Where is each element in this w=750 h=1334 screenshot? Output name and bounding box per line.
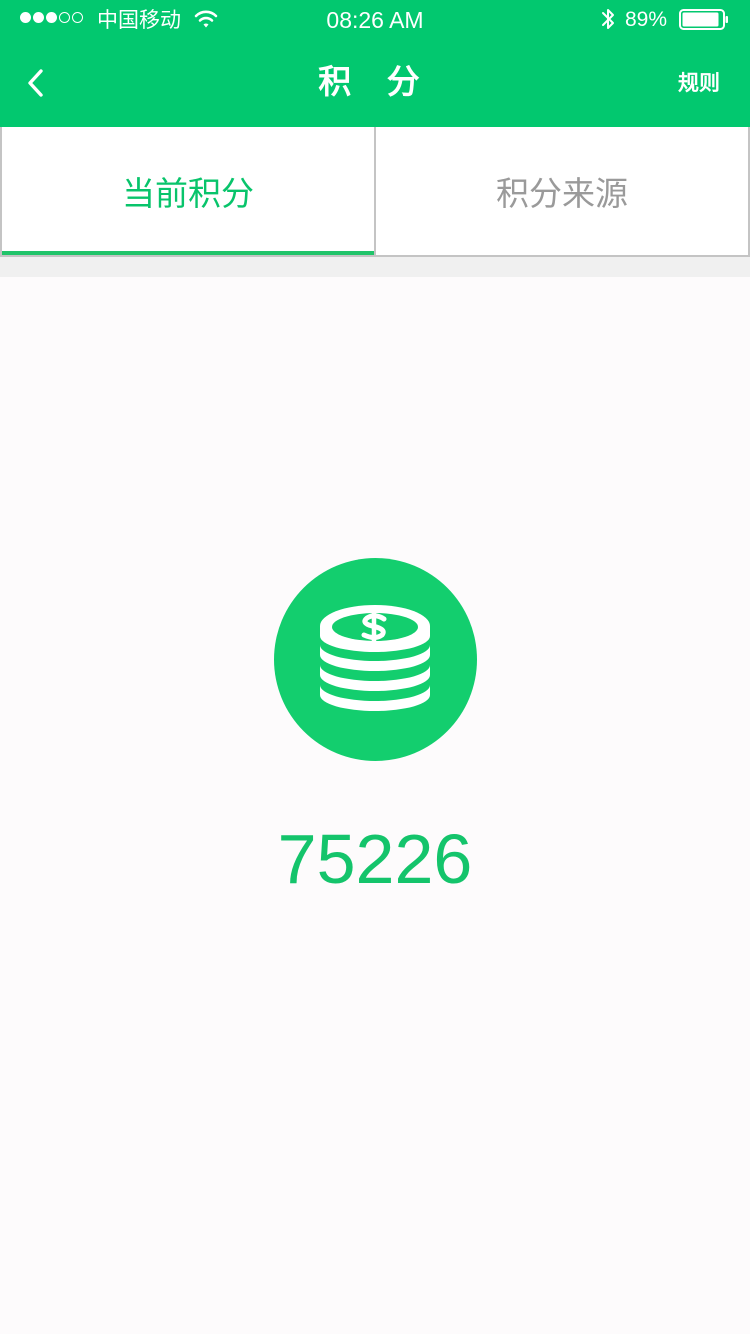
tab-label: 积分来源 (496, 174, 628, 213)
tab-label: 当前积分 (122, 174, 254, 213)
points-panel: 75226 (0, 277, 750, 1334)
bluetooth-icon (602, 9, 614, 29)
coin-stack-dollar-icon (274, 558, 477, 761)
status-bar: 中国移动 08:26 AM 89% (0, 0, 750, 40)
tab-bar: 当前积分 积分来源 (0, 127, 750, 257)
active-tab-indicator (2, 251, 374, 255)
section-divider (0, 257, 750, 277)
rules-button[interactable]: 规则 (678, 68, 720, 98)
app-header: 中国移动 08:26 AM 89% 积 分 规则 (0, 0, 750, 127)
points-value: 75226 (277, 820, 473, 898)
battery-percentage: 89% (625, 8, 668, 31)
battery-icon (679, 9, 728, 30)
tab-current-points[interactable]: 当前积分 (2, 127, 374, 255)
tab-points-source[interactable]: 积分来源 (374, 127, 748, 255)
page-title: 积 分 (318, 62, 432, 101)
